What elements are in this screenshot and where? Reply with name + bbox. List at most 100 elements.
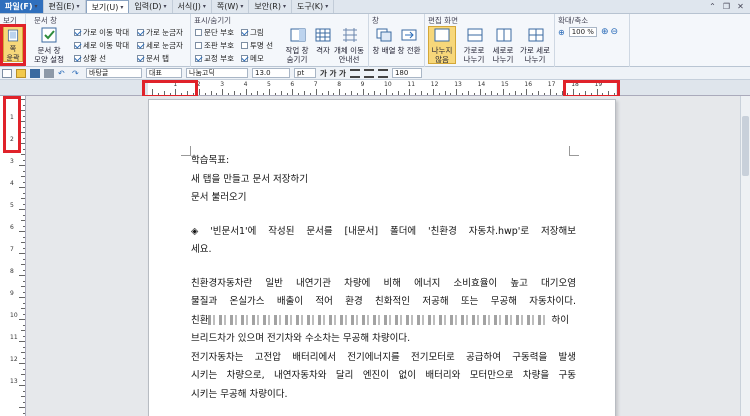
vert-scroll-label: 세로 이동 막대 xyxy=(83,41,130,50)
zoom-in-icon[interactable]: ⊕ xyxy=(601,27,609,37)
ruler-tick xyxy=(19,385,25,386)
doc-frame-button[interactable]: 문서 창 모양 설정 xyxy=(32,27,66,64)
font-select[interactable]: 나눔고딕 xyxy=(186,68,248,78)
menu-page[interactable]: 쪽(W) ▾ xyxy=(212,0,250,13)
ruler-tick xyxy=(450,93,452,95)
ruler-tick xyxy=(520,93,522,95)
vert-scroll-checkbox[interactable]: 세로 이동 막대 xyxy=(74,40,129,51)
menu-format[interactable]: 서식(J) ▾ xyxy=(173,0,212,13)
guide-button[interactable]: 개체 이동 안내선 xyxy=(334,27,366,64)
ruler-number: 6 xyxy=(290,81,295,88)
obj-mark-checkbox[interactable]: 조판 부호 xyxy=(195,40,234,51)
ruler-tick xyxy=(23,126,25,128)
zoom-out-icon[interactable]: ⊖ xyxy=(611,27,619,37)
font-unit-select[interactable]: pt xyxy=(294,68,316,78)
ruler-number: 17 xyxy=(547,81,556,88)
menu-tools[interactable]: 도구(K) ▾ xyxy=(292,0,335,13)
horiz-scroll-checkbox[interactable]: 가로 이동 막대 xyxy=(74,27,129,38)
memo2-checkbox[interactable]: 메모 xyxy=(241,53,264,64)
language-select[interactable]: 대표 xyxy=(146,68,182,78)
para-mark-checkbox[interactable]: 문단 부호 xyxy=(195,27,234,38)
grid-button[interactable]: 격자 xyxy=(313,27,333,55)
new-doc-icon[interactable] xyxy=(2,68,12,78)
vert-ruler-checkbox[interactable]: 세로 눈금자 xyxy=(137,40,183,51)
style-select[interactable]: 바탕글 xyxy=(86,68,142,78)
ruler-tick xyxy=(292,89,294,95)
ruler-tick xyxy=(23,148,25,150)
transparent-line-checkbox[interactable]: 투명 선 xyxy=(241,40,273,51)
menu-insert[interactable]: 입력(D) ▾ xyxy=(129,0,173,13)
body-line-5: 전기자동차는 고전압 배터리에서 전기에너지를 전기모터로 공급하여 구동력을 … xyxy=(191,351,576,363)
align-center-icon[interactable] xyxy=(363,68,374,78)
split-vertical-button[interactable]: 세로로 나누기 xyxy=(490,27,518,64)
ruler-number: 10 xyxy=(384,81,392,88)
window-switch-button[interactable]: 창 전환 xyxy=(397,27,421,55)
ruler-tick xyxy=(543,93,545,95)
no-split-button[interactable]: 나누지 않음 xyxy=(428,26,456,64)
close-icon[interactable]: ✕ xyxy=(735,1,746,12)
doc-frame-label-2: 모양 설정 xyxy=(34,55,64,64)
ruler-tick xyxy=(23,379,25,381)
ruler-tick xyxy=(391,93,393,95)
split-vertical-label: 세로로 나누기 xyxy=(492,46,514,64)
ruler-tick xyxy=(19,341,25,342)
vertical-scrollbar[interactable] xyxy=(740,96,750,416)
task-pane-button[interactable]: 작업 창 숨기기 xyxy=(285,27,311,64)
ruler-tick xyxy=(21,132,25,133)
menu-edit[interactable]: 편집(E) ▾ xyxy=(44,0,86,13)
ribbon-collapse-icon[interactable]: ⌃ xyxy=(707,1,718,12)
save-icon[interactable] xyxy=(30,68,40,78)
align-right-icon[interactable] xyxy=(377,68,388,78)
doc-frame-label-1: 문서 창 xyxy=(37,46,61,55)
chevron-down-icon: ▾ xyxy=(282,3,286,10)
ruler-tick xyxy=(514,91,516,95)
print-icon[interactable] xyxy=(44,68,54,78)
horizontal-ruler[interactable]: 1 2 3 4 5 6 7 8 9 10 11 12 13 14 15 16 17 18 19 xyxy=(148,80,616,96)
menu-edit-label: 편집(E) xyxy=(48,2,75,11)
memo-checkbox[interactable]: 교정 부호 xyxy=(195,53,234,64)
ruler-number: 7 xyxy=(10,246,14,253)
align-left-icon[interactable] xyxy=(349,68,360,78)
open-folder-icon[interactable] xyxy=(16,68,26,78)
window-arrange-button[interactable]: 창 배열 xyxy=(372,27,396,55)
split-both-button[interactable]: 가로 세로 나누기 xyxy=(520,27,552,64)
guide-icon xyxy=(343,28,357,42)
horiz-ruler-checkbox[interactable]: 가로 눈금자 xyxy=(137,27,183,38)
zoom-fit-icon[interactable]: ⊕ xyxy=(558,28,565,37)
document-page[interactable]: 학습목표: 새 탭을 만들고 문서 저장하기 문서 불러오기 ◈ '빈문서1'에… xyxy=(148,99,616,416)
restore-icon[interactable]: ❐ xyxy=(721,1,732,12)
vert-ruler-label: 세로 눈금자 xyxy=(146,41,183,50)
ruler-tick xyxy=(21,330,25,331)
document-body[interactable]: 학습목표: 새 탭을 만들고 문서 저장하기 문서 불러오기 ◈ '빈문서1'에… xyxy=(191,152,576,404)
checkbox-unchecked xyxy=(241,42,248,49)
scrollbar-thumb[interactable] xyxy=(742,116,749,176)
grid-checkbox[interactable]: 그림 xyxy=(241,27,264,38)
font-size-input[interactable]: 13.0 xyxy=(252,68,290,78)
checkbox-checked xyxy=(74,55,81,62)
split-horizontal-button[interactable]: 가로로 나누기 xyxy=(461,27,489,64)
ruler-number: 13 xyxy=(10,378,18,385)
zoom-select[interactable]: 100 % xyxy=(568,27,597,37)
menu-file[interactable]: 파일(F) ▾ xyxy=(0,0,44,13)
ruler-tick xyxy=(432,89,434,95)
ruler-tick xyxy=(21,264,25,265)
undo-icon[interactable]: ↶ xyxy=(58,69,68,78)
bold-italic-underline-buttons[interactable]: 가 가 가 xyxy=(320,68,346,79)
menu-security[interactable]: 보안(R) ▾ xyxy=(249,0,292,13)
doc-tab-checkbox[interactable]: 문서 탭 xyxy=(137,53,169,64)
menu-view[interactable]: 보기(U) ▾ xyxy=(85,0,130,13)
ruler-number: 16 xyxy=(524,81,533,88)
redo-icon[interactable]: ↷ xyxy=(72,69,82,78)
vertical-ruler-highlight xyxy=(3,96,21,153)
ruler-tick xyxy=(415,93,417,95)
doc-tab-label: 문서 탭 xyxy=(146,54,170,63)
ruler-tick xyxy=(23,104,25,106)
ruler-number: 11 xyxy=(407,81,416,88)
ruler-margin-left xyxy=(0,80,148,96)
objective-line-1: 새 탭을 만들고 문서 저장하기 xyxy=(191,173,308,185)
instruction-line-2: 세요. xyxy=(191,244,212,255)
ruler-number: 4 xyxy=(243,81,248,88)
line-spacing-input[interactable]: 180 xyxy=(391,68,422,78)
status-bar-checkbox[interactable]: 상황 선 xyxy=(74,53,106,64)
ruler-number: 11 xyxy=(10,334,18,341)
